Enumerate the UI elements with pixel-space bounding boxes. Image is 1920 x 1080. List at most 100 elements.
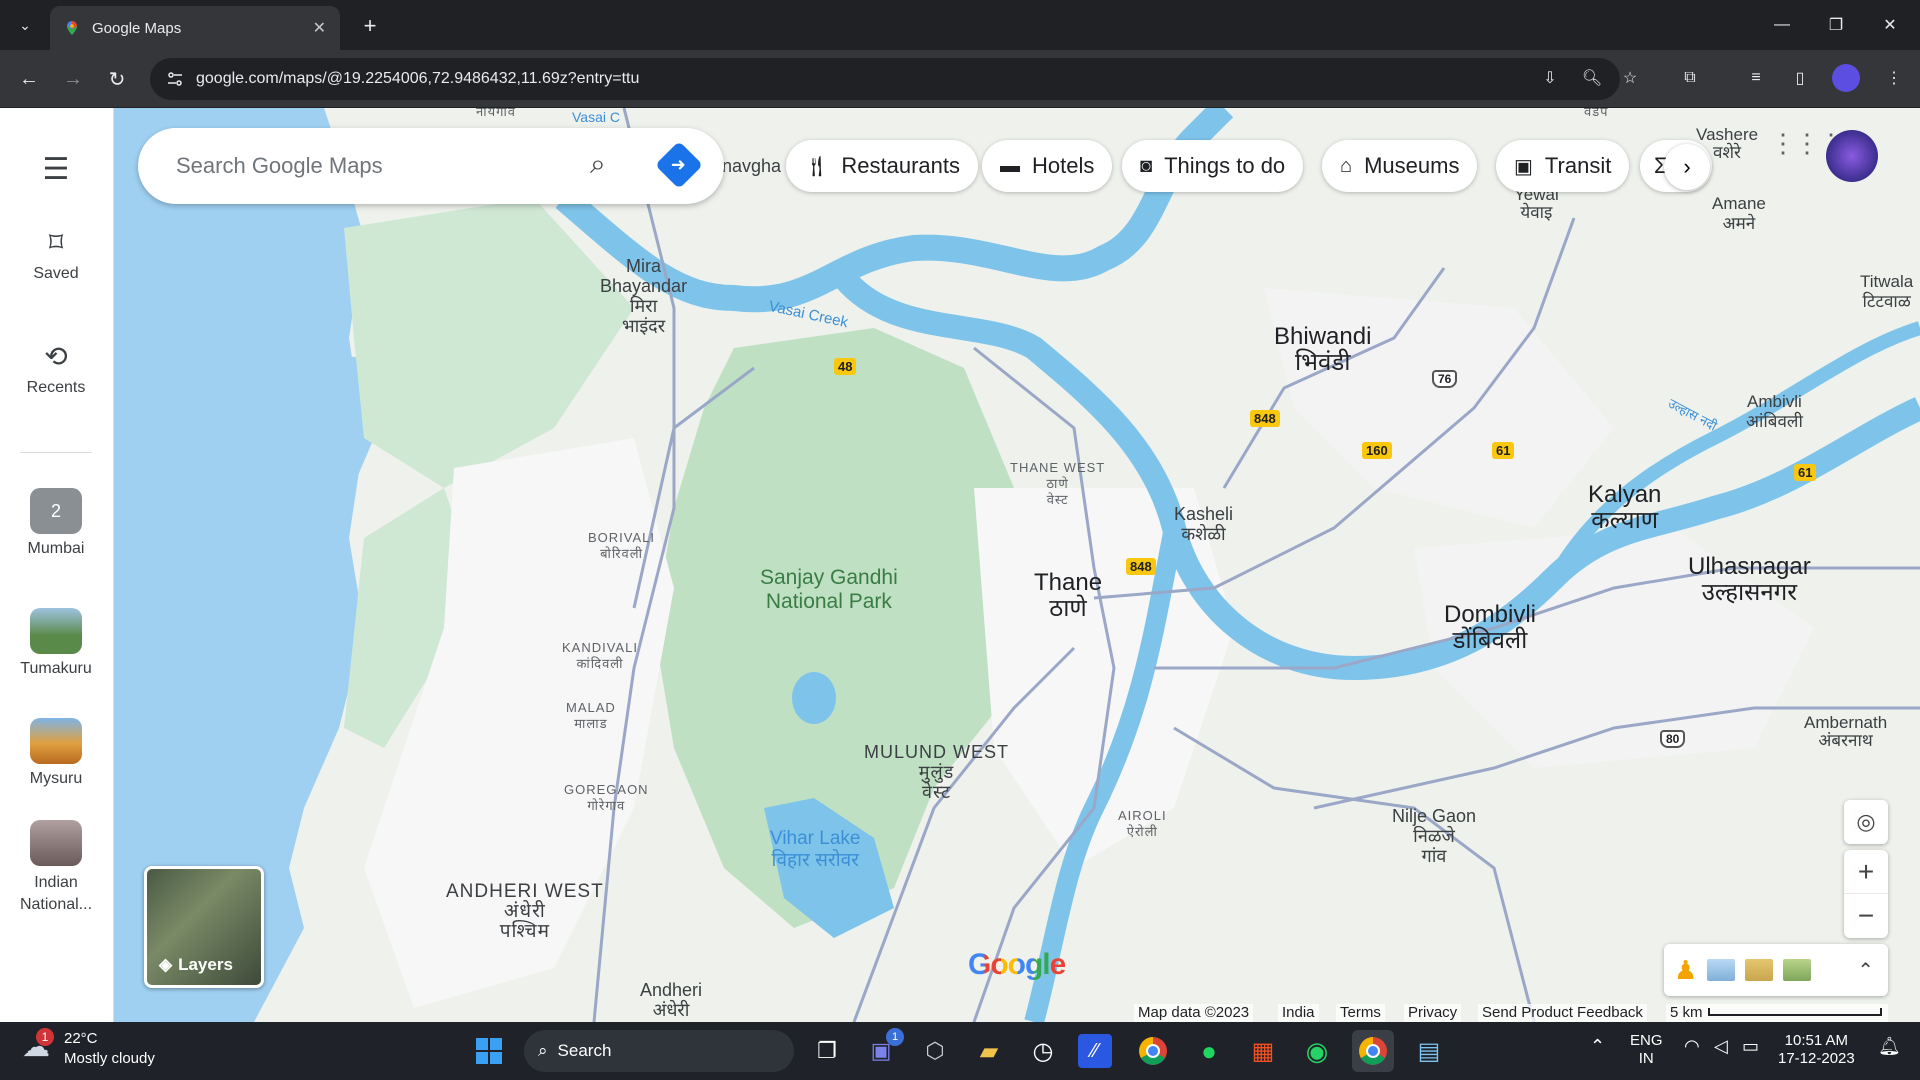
- chip-label: Museums: [1364, 153, 1460, 178]
- tab-search-button[interactable]: ⌄: [8, 10, 42, 40]
- collection-tumakuru[interactable]: Tumakuru: [0, 608, 112, 678]
- browser-tab[interactable]: Google Maps ✕: [50, 6, 340, 50]
- place-label-titwala: Titwala टिटवाळ: [1860, 272, 1914, 311]
- address-bar[interactable]: google.com/maps/@19.2254006,72.9486432,1…: [150, 58, 1620, 100]
- tab-title: Google Maps: [92, 19, 182, 37]
- bookmark-star-icon[interactable]: ☆: [1616, 64, 1644, 92]
- collection-mumbai[interactable]: 2 Mumbai: [0, 488, 112, 558]
- map-canvas[interactable]: नायगाव Vasai C navgha वडप Vashere वशेरे M…: [114, 108, 1920, 1022]
- search-input[interactable]: Search Google Maps: [176, 153, 383, 179]
- chips-next-button[interactable]: ›: [1664, 144, 1710, 190]
- layers-label: Layers: [178, 955, 233, 974]
- zoom-out-button[interactable]: −: [1844, 894, 1888, 938]
- bed-icon: ▬: [1000, 154, 1020, 177]
- media-control-icon[interactable]: ≡: [1742, 64, 1770, 92]
- language-indicator[interactable]: ENG IN: [1630, 1032, 1663, 1068]
- search-icon[interactable]: ⌕: [590, 148, 606, 181]
- search-icon: ⌕: [538, 1041, 548, 1060]
- road-shield: 848: [1126, 558, 1156, 575]
- profile-avatar[interactable]: [1832, 64, 1860, 92]
- lake-label-vihar: Vihar Lake विहार सरोवर: [770, 828, 861, 871]
- notepad-icon[interactable]: ▤: [1408, 1030, 1450, 1072]
- layers-button[interactable]: ◈ Layers: [144, 866, 264, 988]
- collection-thumbnail: [30, 820, 82, 866]
- show-hidden-icons[interactable]: ⌃: [1590, 1036, 1605, 1057]
- taskbar-search[interactable]: ⌕ Search: [524, 1030, 794, 1072]
- bookmark-icon: ⌑: [48, 227, 64, 258]
- browser-toolbar: ← → ↻ google.com/maps/@19.2254006,72.948…: [0, 50, 1920, 108]
- zoom-icon[interactable]: 🔍︎: [1578, 64, 1606, 92]
- start-button[interactable]: [468, 1030, 510, 1072]
- volume-icon[interactable]: ◁: [1714, 1036, 1728, 1057]
- feedback-link[interactable]: Send Product Feedback: [1478, 1004, 1647, 1022]
- back-button[interactable]: ←: [14, 64, 44, 94]
- clock-app-icon[interactable]: ◷: [1022, 1030, 1064, 1072]
- map-background: [114, 108, 1920, 1022]
- restore-button[interactable]: ❐: [1806, 0, 1866, 50]
- battery-icon[interactable]: ▭: [1742, 1036, 1759, 1057]
- zoom-in-button[interactable]: +: [1844, 850, 1888, 894]
- clock[interactable]: 10:51 AM 17-12-2023: [1778, 1032, 1855, 1068]
- reload-button[interactable]: ↻: [102, 64, 132, 94]
- minimize-button[interactable]: —: [1752, 0, 1812, 50]
- chip-label: Hotels: [1032, 153, 1095, 178]
- place-label-kasheli: Kasheli कशेळी: [1174, 504, 1234, 544]
- task-view-icon[interactable]: ❐: [806, 1030, 848, 1072]
- expand-layers-icon[interactable]: ⌃: [1857, 958, 1874, 983]
- place-label-mulund-west: MULUND WEST मुलुंड वेस्ट: [864, 742, 1009, 802]
- my-location-button[interactable]: ◎: [1844, 800, 1888, 844]
- fork-knife-icon: 🍴︎: [804, 155, 830, 178]
- install-app-icon[interactable]: ⇩: [1536, 64, 1564, 92]
- ms-store-icon[interactable]: ▦: [1242, 1030, 1284, 1072]
- satellite-layer-thumb[interactable]: [1783, 959, 1812, 981]
- park-label-sgnp: Sanjay Gandhi National Park: [760, 566, 898, 613]
- india-link[interactable]: India: [1278, 1004, 1319, 1022]
- chrome-icon[interactable]: [1132, 1030, 1174, 1072]
- layers-icon: ◈: [159, 955, 173, 974]
- place-label-thane: Thane ठाणे: [1034, 569, 1103, 622]
- new-tab-button[interactable]: +: [356, 12, 384, 40]
- place-label-borivali: BORIVALI बोरिवली: [588, 530, 656, 561]
- chrome-menu-icon[interactable]: ⋮: [1880, 64, 1908, 92]
- collection-mysuru[interactable]: Mysuru: [0, 718, 112, 788]
- privacy-link[interactable]: Privacy: [1404, 1004, 1462, 1022]
- app-blue-icon[interactable]: ⁄⁄: [1078, 1034, 1112, 1068]
- history-icon: ⟲: [44, 341, 68, 372]
- notification-bell-icon[interactable]: 🔔︎: [1878, 1036, 1901, 1057]
- chip-restaurants[interactable]: 🍴︎ Restaurants: [786, 140, 979, 192]
- place-label-kandivali: KANDIVALI कांदिवली: [562, 640, 638, 671]
- wifi-icon[interactable]: ◠: [1684, 1036, 1700, 1057]
- whatsapp-icon[interactable]: ◉: [1296, 1030, 1338, 1072]
- tab-close-icon[interactable]: ✕: [313, 18, 326, 38]
- chip-things-to-do[interactable]: ◙ Things to do: [1122, 140, 1304, 192]
- account-avatar[interactable]: [1826, 130, 1878, 182]
- close-window-button[interactable]: ✕: [1860, 0, 1920, 50]
- file-explorer-icon[interactable]: ▰: [968, 1030, 1010, 1072]
- weather-widget[interactable]: ☁ 1: [22, 1028, 58, 1066]
- directions-icon[interactable]: ➜: [654, 140, 704, 190]
- saved-button[interactable]: ⌑ Saved: [0, 226, 112, 283]
- transit-layer-thumb[interactable]: [1707, 959, 1736, 981]
- app-hexagon-icon[interactable]: ⬡: [914, 1030, 956, 1072]
- place-label-airoli: AIROLI ऐरोली: [1118, 808, 1167, 839]
- extensions-icon[interactable]: ⧉: [1676, 64, 1704, 92]
- spotify-icon[interactable]: ●: [1188, 1030, 1230, 1072]
- chip-hotels[interactable]: ▬ Hotels: [982, 140, 1113, 192]
- street-view-pegman-icon[interactable]: ♟: [1674, 955, 1697, 986]
- collection-indian-national[interactable]: Indian National...: [0, 820, 112, 916]
- recents-button[interactable]: ⟲ Recents: [0, 340, 112, 397]
- place-label-ulhasnagar: Ulhasnagar उल्हासनगर: [1688, 553, 1811, 606]
- forward-button[interactable]: →: [58, 64, 88, 94]
- chrome-active-icon[interactable]: [1352, 1030, 1394, 1072]
- site-info-icon[interactable]: [166, 70, 184, 88]
- chip-museums[interactable]: ⌂ Museums: [1322, 140, 1478, 192]
- menu-hamburger-icon[interactable]: ☰: [0, 152, 112, 187]
- chip-label: Things to do: [1164, 153, 1286, 178]
- side-panel-icon[interactable]: ▯: [1786, 64, 1814, 92]
- terrain-layer-thumb[interactable]: [1745, 959, 1774, 981]
- terms-link[interactable]: Terms: [1336, 1004, 1385, 1022]
- chip-transit[interactable]: ▣ Transit: [1496, 140, 1630, 192]
- scale-bar[interactable]: 5 km: [1666, 1004, 1888, 1022]
- search-box[interactable]: Search Google Maps ⌕ ➜: [138, 128, 724, 204]
- teams-chat-icon[interactable]: ▣ 1: [860, 1028, 904, 1072]
